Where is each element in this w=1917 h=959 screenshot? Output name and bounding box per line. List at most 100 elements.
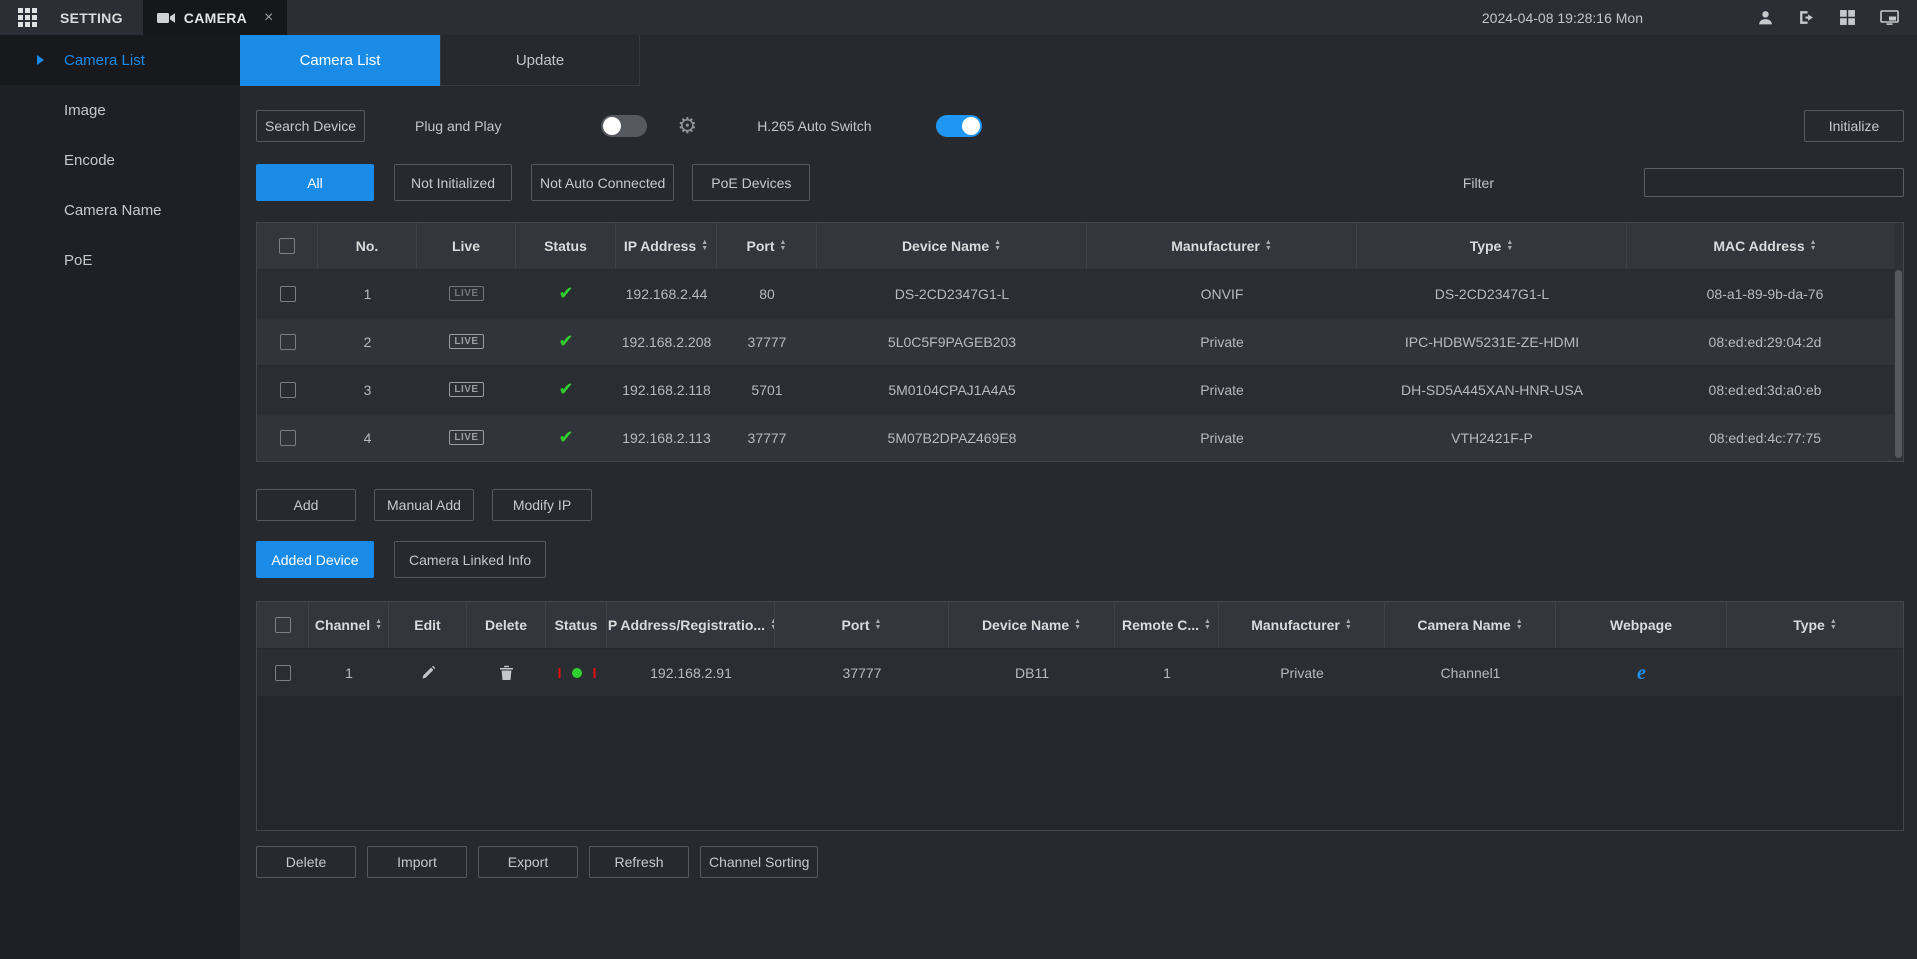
- camera-tab[interactable]: CAMERA ×: [143, 0, 288, 35]
- header-cell-device-name[interactable]: Device Name: [817, 223, 1087, 269]
- sidebar-item-poe[interactable]: PoE: [0, 235, 240, 285]
- cell-mac: 08:ed:ed:3d:a0:eb: [1627, 382, 1903, 398]
- cell-manufacturer: Private: [1087, 382, 1357, 398]
- tab-camera-linked-info[interactable]: Camera Linked Info: [394, 541, 546, 578]
- sidebar-item-encode[interactable]: Encode: [0, 135, 240, 185]
- sidebar: Camera List Image Encode Camera Name PoE: [0, 35, 240, 959]
- tab-camera-list[interactable]: Camera List: [240, 35, 440, 86]
- close-icon[interactable]: ×: [264, 10, 273, 26]
- cell-select: [257, 430, 318, 446]
- row-checkbox[interactable]: [280, 286, 296, 302]
- filter-not-auto-connected-button[interactable]: Not Auto Connected: [531, 164, 674, 201]
- search-device-button[interactable]: Search Device: [256, 110, 365, 142]
- apps-menu-icon[interactable]: [0, 0, 54, 35]
- delete-button[interactable]: Delete: [256, 846, 356, 878]
- live-badge[interactable]: LIVE: [449, 334, 483, 349]
- header-cell-channel[interactable]: Channel: [309, 602, 389, 648]
- filter-not-initialized-button[interactable]: Not Initialized: [394, 164, 512, 201]
- cell-mac: 08:ed:ed:4c:77:75: [1627, 430, 1903, 446]
- gear-icon[interactable]: ⚙: [677, 115, 697, 137]
- table-scrollbar: [1894, 223, 1903, 461]
- channel-sorting-button[interactable]: Channel Sorting: [700, 846, 818, 878]
- device-actions-row: Add Manual Add Modify IP: [256, 489, 1904, 521]
- table-row: 1 LIVE ✔ 192.168.2.44 80 DS-2CD2347G1-L …: [257, 269, 1903, 317]
- manual-add-button[interactable]: Manual Add: [374, 489, 474, 521]
- filter-row: All Not Initialized Not Auto Connected P…: [256, 164, 1904, 201]
- modify-ip-button[interactable]: Modify IP: [492, 489, 592, 521]
- header-cell-manufacturer[interactable]: Manufacturer: [1087, 223, 1357, 269]
- content: Search Device Plug and Play ⚙ H.265 Auto…: [240, 110, 1917, 878]
- header-cell-remote-channel[interactable]: Remote C...: [1115, 602, 1219, 648]
- cell-status: ✔: [516, 283, 616, 304]
- edit-icon[interactable]: [420, 665, 436, 681]
- export-button[interactable]: Export: [478, 846, 578, 878]
- initialize-button[interactable]: Initialize: [1804, 110, 1904, 142]
- header-cell-edit: Edit: [389, 602, 467, 648]
- header-cell-port[interactable]: Port: [775, 602, 949, 648]
- row-checkbox[interactable]: [280, 334, 296, 350]
- table-row: 2 LIVE ✔ 192.168.2.208 37777 5L0C5F9PAGE…: [257, 317, 1903, 365]
- header-cell-camera-name[interactable]: Camera Name: [1385, 602, 1556, 648]
- live-badge[interactable]: LIVE: [449, 382, 483, 397]
- cell-no: 4: [318, 430, 417, 446]
- monitor-icon[interactable]: [1880, 9, 1899, 26]
- toggle-knob: [603, 117, 621, 135]
- grid-glyph: [18, 8, 37, 27]
- logout-icon[interactable]: [1798, 9, 1815, 26]
- table-row: 3 LIVE ✔ 192.168.2.118 5701 5M0104CPAJ1A…: [257, 365, 1903, 413]
- header-label: MAC Address: [1713, 238, 1804, 254]
- user-icon[interactable]: [1757, 9, 1774, 26]
- cell-status: ✔: [516, 331, 616, 352]
- filter-input[interactable]: [1644, 168, 1904, 197]
- header-cell-ip[interactable]: IP Address: [616, 223, 717, 269]
- toggle-knob: [962, 117, 980, 135]
- header-cell-port[interactable]: Port: [717, 223, 817, 269]
- live-badge[interactable]: LIVE: [449, 430, 483, 445]
- topbar-right: 2024-04-08 19:28:16 Mon: [1482, 9, 1917, 26]
- refresh-button[interactable]: Refresh: [589, 846, 689, 878]
- filter-all-button[interactable]: All: [256, 164, 374, 201]
- camera-icon: [157, 12, 175, 24]
- header-cell-select: [257, 602, 309, 648]
- plug-and-play-toggle[interactable]: [601, 115, 647, 137]
- live-badge[interactable]: LIVE: [449, 286, 483, 301]
- header-cell-ip-registration[interactable]: IP Address/Registratio...: [607, 602, 775, 648]
- sidebar-item-camera-list[interactable]: Camera List: [0, 35, 240, 85]
- add-button[interactable]: Add: [256, 489, 356, 521]
- header-cell-manufacturer[interactable]: Manufacturer: [1219, 602, 1385, 648]
- tab-added-device[interactable]: Added Device: [256, 541, 374, 578]
- row-checkbox[interactable]: [280, 382, 296, 398]
- filter-poe-devices-button[interactable]: PoE Devices: [692, 164, 810, 201]
- header-cell-type[interactable]: Type: [1727, 602, 1903, 648]
- row-checkbox[interactable]: [275, 665, 291, 681]
- screens-icon[interactable]: [1839, 9, 1856, 26]
- import-button[interactable]: Import: [367, 846, 467, 878]
- sidebar-item-camera-name[interactable]: Camera Name: [0, 185, 240, 235]
- header-label: IP Address/Registratio...: [607, 617, 765, 633]
- ie-browser-icon[interactable]: e: [1637, 663, 1646, 683]
- header-cell-type[interactable]: Type: [1357, 223, 1627, 269]
- cell-no: 1: [318, 286, 417, 302]
- header-cell-mac[interactable]: MAC Address: [1627, 223, 1903, 269]
- cell-manufacturer: Private: [1219, 665, 1385, 681]
- header-cell-status: Status: [546, 602, 607, 648]
- tab-update[interactable]: Update: [440, 35, 640, 86]
- trash-icon[interactable]: [499, 665, 514, 681]
- header-label: Type: [1470, 238, 1502, 254]
- select-all-checkbox[interactable]: [279, 238, 295, 254]
- search-device-table: No. Live Status IP Address Port Device N…: [256, 222, 1904, 462]
- select-all-checkbox[interactable]: [275, 617, 291, 633]
- h265-auto-switch-toggle[interactable]: [936, 115, 982, 137]
- scrollbar-thumb[interactable]: [1895, 270, 1902, 458]
- header-label: Type: [1793, 617, 1825, 633]
- header-label: Camera Name: [1417, 617, 1510, 633]
- cell-remote-channel: 1: [1115, 665, 1219, 681]
- row-checkbox[interactable]: [280, 430, 296, 446]
- header-cell-device-name[interactable]: Device Name: [949, 602, 1115, 648]
- status-ok-icon: ✔: [558, 331, 573, 352]
- sidebar-item-image[interactable]: Image: [0, 85, 240, 135]
- cell-manufacturer: Private: [1087, 430, 1357, 446]
- cell-ip: 192.168.2.44: [616, 286, 717, 302]
- cell-live: LIVE: [417, 334, 516, 349]
- header-label: Port: [747, 238, 775, 254]
